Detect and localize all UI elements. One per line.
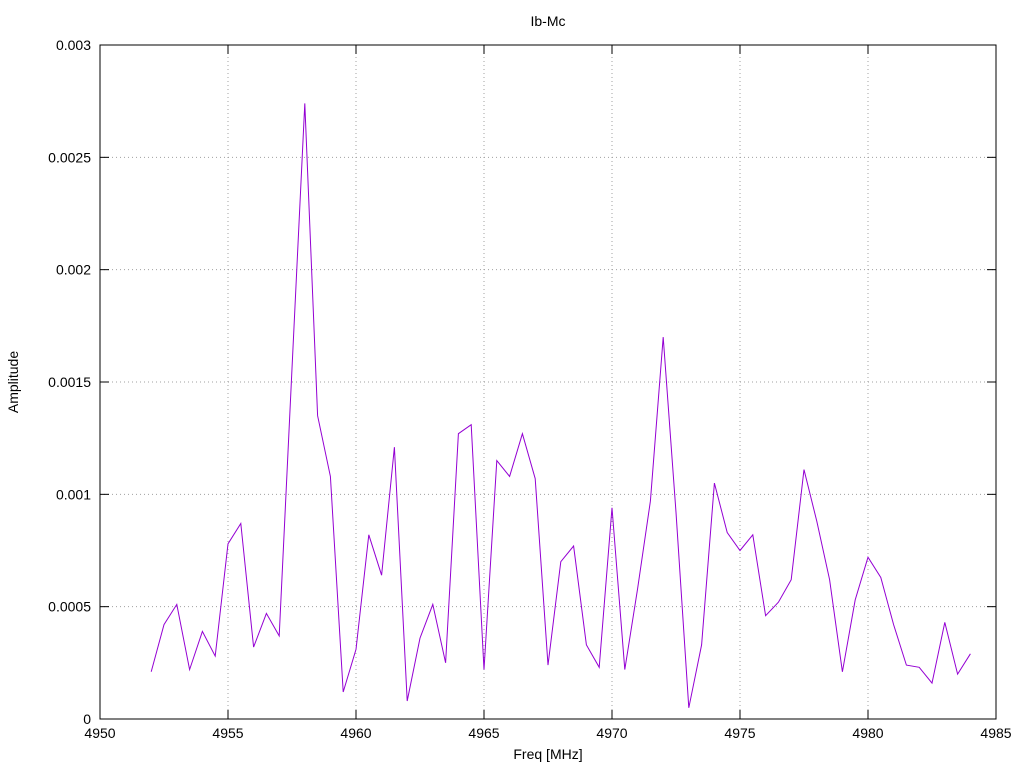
line-chart: Ib-Mc 00.00050.0010.00150.0020.00250.003…	[5, 13, 1012, 762]
series-line	[150, 103, 971, 708]
chart-title: Ib-Mc	[531, 13, 566, 29]
grid	[100, 45, 996, 719]
y-tick-label: 0.001	[56, 486, 91, 502]
x-tick-label: 4965	[468, 725, 499, 741]
x-tick-label: 4980	[852, 725, 883, 741]
x-tick-label: 4950	[84, 725, 115, 741]
x-tick-label: 4985	[980, 725, 1011, 741]
y-tick-label: 0.0005	[48, 599, 91, 615]
y-tick-label: 0.0025	[48, 149, 91, 165]
x-tick-label: 4955	[212, 725, 243, 741]
y-axis-ticks: 00.00050.0010.00150.0020.00250.003	[48, 37, 996, 727]
y-tick-label: 0.003	[56, 37, 91, 53]
y-tick-label: 0.002	[56, 262, 91, 278]
x-axis-label: Freq [MHz]	[513, 746, 582, 762]
x-axis-ticks: 4950 4955 4960 4965 4970 4975 4980 4985	[84, 45, 1012, 741]
y-tick-label: 0.0015	[48, 374, 91, 390]
x-tick-label: 4960	[340, 725, 371, 741]
x-tick-label: 4970	[596, 725, 627, 741]
x-tick-label: 4975	[724, 725, 755, 741]
y-axis-label: Amplitude	[5, 351, 21, 413]
